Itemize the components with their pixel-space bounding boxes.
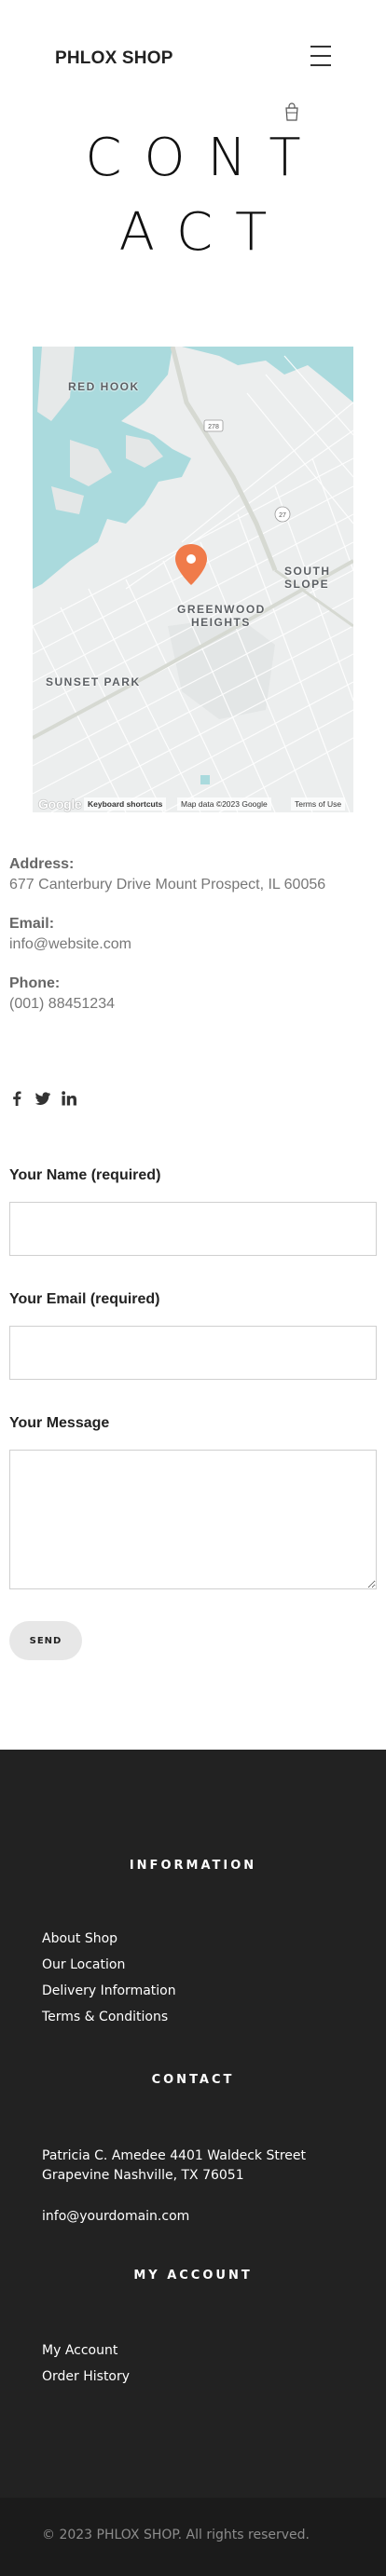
footer-link-item: Order History [42, 2364, 130, 2390]
delivery-information-link[interactable]: Delivery Information [42, 1983, 176, 1998]
account-links: My Account Order History [42, 2337, 130, 2390]
facebook-icon[interactable] [9, 1091, 24, 1106]
site-header: PHLOX SHOP [0, 0, 386, 121]
route-shield-27: 27 [279, 512, 286, 519]
our-location-link[interactable]: Our Location [42, 1957, 125, 1972]
about-shop-link[interactable]: About Shop [42, 1931, 117, 1946]
shopping-bag-icon[interactable] [283, 102, 300, 121]
message-textarea[interactable] [9, 1450, 377, 1589]
my-account-link[interactable]: My Account [42, 2343, 117, 2358]
copyright-text: © 2023 PHLOX SHOP. All rights reserved. [42, 2528, 310, 2542]
linkedin-icon[interactable] [62, 1091, 76, 1106]
phone-label: Phone: [9, 975, 61, 991]
terms-conditions-link[interactable]: Terms & Conditions [42, 2010, 168, 2024]
information-heading: INFORMATION [129, 1859, 257, 1873]
footer-bottom-bar: © 2023 PHLOX SHOP. All rights reserved. [0, 2498, 386, 2576]
email-input[interactable] [9, 1326, 377, 1380]
page-title: CONTACT [85, 128, 324, 263]
map-label-greenwood: GREENWOOD [177, 603, 266, 616]
site-logo[interactable]: PHLOX SHOP [55, 48, 173, 69]
name-label: Your Name (required) [9, 1167, 161, 1183]
email-label: Your Email (required) [9, 1291, 160, 1307]
menu-line [310, 55, 331, 57]
footer-address-line1: Patricia C. Amedee 4401 Waldeck Street [42, 2148, 307, 2163]
footer-link-item: Our Location [42, 1952, 176, 1978]
menu-line [310, 46, 331, 48]
terms-of-use-link[interactable]: Terms of Use [291, 797, 346, 811]
send-button[interactable]: SEND [9, 1621, 82, 1660]
site-footer: INFORMATION About Shop Our Location Deli… [0, 1750, 386, 2576]
map-label-red-hook: RED HOOK [68, 380, 140, 393]
twitter-icon[interactable] [35, 1091, 50, 1106]
address-label: Address: [9, 856, 75, 872]
map-data-attribution: Map data ©2023 Google [177, 797, 271, 811]
email-label: Email: [9, 916, 55, 932]
contact-info: Address: 677 Canterbury Drive Mount Pros… [9, 854, 377, 1033]
email-value[interactable]: info@website.com [9, 934, 377, 955]
address-value: 677 Canterbury Drive Mount Prospect, IL … [9, 877, 326, 893]
phone-value[interactable]: (001) 88451234 [9, 994, 377, 1015]
footer-link-item: Delivery Information [42, 1978, 176, 2004]
name-input[interactable] [9, 1202, 377, 1256]
hamburger-menu-button[interactable] [310, 46, 331, 66]
map-label-heights: HEIGHTS [191, 616, 251, 629]
order-history-link[interactable]: Order History [42, 2369, 130, 2384]
footer-email[interactable]: info@yourdomain.com [42, 2207, 350, 2227]
my-account-heading: MY ACCOUNT [133, 2269, 253, 2283]
footer-link-item: Terms & Conditions [42, 2004, 176, 2030]
route-shield-278: 278 [208, 424, 219, 430]
map-label-sunset-park: SUNSET PARK [46, 675, 141, 688]
contact-heading: CONTACT [151, 2073, 235, 2087]
map-attribution-bar: Google Keyboard shortcuts Map data ©2023… [33, 796, 353, 812]
menu-line [310, 64, 331, 66]
google-map[interactable]: 278 27 RED HOOK SOUTH SLOPE GREENWOOD HE… [33, 347, 353, 812]
keyboard-shortcuts-link[interactable]: Keyboard shortcuts [84, 797, 167, 811]
social-links [9, 1089, 76, 1108]
footer-link-item: About Shop [42, 1926, 176, 1952]
footer-address-line2: Grapevine Nashville, TX 76051 [42, 2168, 244, 2183]
information-links: About Shop Our Location Delivery Informa… [42, 1926, 176, 2030]
footer-link-item: My Account [42, 2337, 130, 2364]
google-logo[interactable]: Google [38, 797, 82, 811]
footer-address: Patricia C. Amedee 4401 Waldeck Street G… [42, 2147, 350, 2186]
message-label: Your Message [9, 1415, 110, 1431]
map-label-south-slope: SOUTH SLOPE [284, 565, 331, 591]
